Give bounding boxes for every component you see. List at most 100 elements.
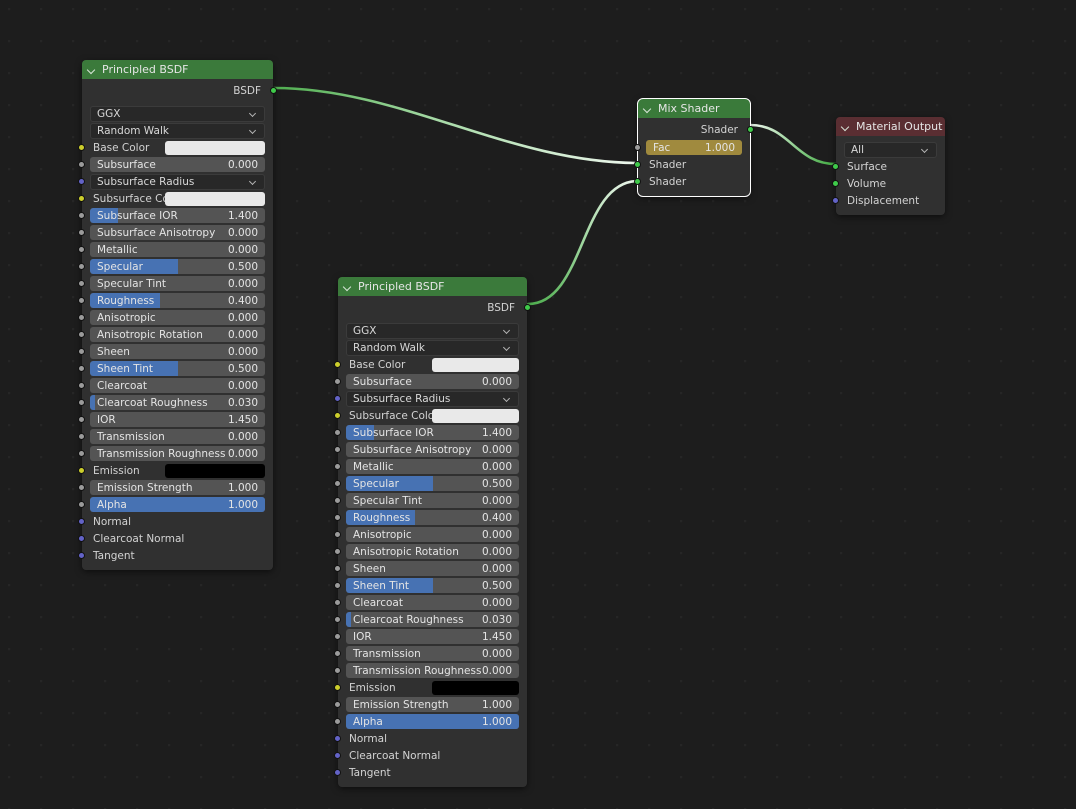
node-input-row[interactable]: Clearcoat Roughness 0.030 — [78, 394, 265, 411]
slider-subsurface-ior[interactable]: Subsurface IOR 1.400 — [90, 208, 265, 223]
slider-sheen[interactable]: Sheen 0.000 — [346, 561, 519, 576]
socket-ior-in[interactable] — [334, 633, 341, 640]
slider-transmission-roughness[interactable]: Transmission Roughness 0.000 — [90, 446, 265, 461]
slider-roughness[interactable]: Roughness 0.400 — [346, 510, 519, 525]
node-mix-shader[interactable]: Mix Shader Shader Fac 1.000 Shader Shader — [634, 98, 754, 197]
node-input-row[interactable]: Subsurface IOR 1.400 — [334, 424, 519, 441]
node-input-row[interactable]: Subsurface Radius — [334, 390, 519, 407]
node-input-row[interactable]: Subsurface Col… — [78, 190, 265, 207]
color-swatch-base-color[interactable] — [165, 140, 265, 155]
slider-ior[interactable]: IOR 1.450 — [90, 412, 265, 427]
socket-roughness-in[interactable] — [334, 514, 341, 521]
slider-specular[interactable]: Specular 0.500 — [90, 259, 265, 274]
slider-sheen-tint[interactable]: Sheen Tint 0.500 — [346, 578, 519, 593]
node-input-row[interactable]: Emission — [334, 679, 519, 696]
row-target[interactable]: All — [844, 141, 937, 158]
node-input-row[interactable]: IOR 1.450 — [334, 628, 519, 645]
socket-clearcoat-normal-in[interactable] — [334, 752, 341, 759]
node-input-row[interactable]: Transmission 0.000 — [334, 645, 519, 662]
socket-transmission-in[interactable] — [78, 433, 85, 440]
node-header[interactable]: Principled BSDF — [338, 277, 527, 296]
socket-sheen-tint-in[interactable] — [78, 365, 85, 372]
slider-transmission[interactable]: Transmission 0.000 — [346, 646, 519, 661]
node-input-row[interactable]: Alpha 1.000 — [78, 496, 265, 513]
color-swatch-subsurface-col-[interactable] — [165, 191, 265, 206]
node-principled-bsdf-1[interactable]: Principled BSDF BSDF GGX Random Walk Bas — [78, 60, 277, 570]
node-input-row[interactable]: Specular Tint 0.000 — [334, 492, 519, 509]
socket-surface-in[interactable] — [832, 163, 839, 170]
slider-anisotropic[interactable]: Anisotropic 0.000 — [346, 527, 519, 542]
socket-metallic-in[interactable] — [78, 246, 85, 253]
slider-emission-strength[interactable]: Emission Strength 1.000 — [90, 480, 265, 495]
node-input-row[interactable]: Base Color — [78, 139, 265, 156]
node-input-row[interactable]: Subsurface 0.000 — [334, 373, 519, 390]
socket-shader-in[interactable] — [634, 178, 641, 185]
node-input-row[interactable]: Anisotropic Rotation 0.000 — [78, 326, 265, 343]
socket-anisotropic-in[interactable] — [334, 531, 341, 538]
node-input-row[interactable]: Sheen Tint 0.500 — [78, 360, 265, 377]
socket-subsurface-ior-in[interactable] — [334, 429, 341, 436]
node-input-row[interactable]: Roughness 0.400 — [78, 292, 265, 309]
slider-sheen-tint[interactable]: Sheen Tint 0.500 — [90, 361, 265, 376]
node-input-row[interactable]: Emission — [78, 462, 265, 479]
socket-bsdf-out[interactable] — [270, 87, 277, 94]
slider-clearcoat-roughness[interactable]: Clearcoat Roughness 0.030 — [346, 612, 519, 627]
slider-alpha[interactable]: Alpha 1.000 — [346, 714, 519, 729]
node-input-row[interactable]: Displacement — [832, 192, 937, 209]
slider-emission-strength[interactable]: Emission Strength 1.000 — [346, 697, 519, 712]
node-input-row[interactable]: Emission Strength 1.000 — [78, 479, 265, 496]
node-input-row[interactable]: Fac 1.000 — [634, 139, 742, 156]
node-input-row[interactable]: Clearcoat 0.000 — [334, 594, 519, 611]
node-input-row[interactable]: Metallic 0.000 — [334, 458, 519, 475]
socket-subsurface-ior-in[interactable] — [78, 212, 85, 219]
node-principled-bsdf-2[interactable]: Principled BSDF BSDF GGX Random Walk Bas — [334, 277, 531, 787]
color-swatch-base-color[interactable] — [432, 357, 519, 372]
socket-roughness-in[interactable] — [78, 297, 85, 304]
subsurface-method-dropdown[interactable]: Random Walk — [346, 339, 519, 356]
socket-alpha-in[interactable] — [334, 718, 341, 725]
node-input-row[interactable]: Sheen 0.000 — [78, 343, 265, 360]
socket-emission-in[interactable] — [334, 684, 341, 691]
socket-anisotropic-in[interactable] — [78, 314, 85, 321]
slider-transmission-roughness[interactable]: Transmission Roughness 0.000 — [346, 663, 519, 678]
slider-specular-tint[interactable]: Specular Tint 0.000 — [90, 276, 265, 291]
node-input-row[interactable]: Anisotropic 0.000 — [334, 526, 519, 543]
socket-emission-in[interactable] — [78, 467, 85, 474]
slider-anisotropic-rotation[interactable]: Anisotropic Rotation 0.000 — [346, 544, 519, 559]
node-input-row[interactable]: Subsurface 0.000 — [78, 156, 265, 173]
socket-base-color-in[interactable] — [334, 361, 341, 368]
slider-ior[interactable]: IOR 1.450 — [346, 629, 519, 644]
socket-tangent-in[interactable] — [334, 769, 341, 776]
color-swatch-subsurface-colo[interactable] — [432, 408, 519, 423]
color-swatch-emission[interactable] — [432, 680, 519, 695]
node-input-row[interactable]: IOR 1.450 — [78, 411, 265, 428]
socket-anisotropic-rotation-in[interactable] — [334, 548, 341, 555]
node-input-row[interactable]: Subsurface Colo — [334, 407, 519, 424]
socket-subsurface-anisotropy-in[interactable] — [78, 229, 85, 236]
socket-specular-tint-in[interactable] — [334, 497, 341, 504]
chevron-down-icon[interactable] — [343, 282, 353, 292]
socket-specular-in[interactable] — [334, 480, 341, 487]
slider-subsurface[interactable]: Subsurface 0.000 — [346, 374, 519, 389]
socket-emission-strength-in[interactable] — [334, 701, 341, 708]
socket-displacement-in[interactable] — [832, 197, 839, 204]
node-input-row[interactable]: Tangent — [78, 547, 265, 564]
slider-sheen[interactable]: Sheen 0.000 — [90, 344, 265, 359]
render-target-dropdown[interactable]: All — [844, 141, 937, 158]
socket-shader-out[interactable] — [747, 126, 754, 133]
slider-specular-tint[interactable]: Specular Tint 0.000 — [346, 493, 519, 508]
socket-clearcoat-normal-in[interactable] — [78, 535, 85, 542]
slider-clearcoat-roughness[interactable]: Clearcoat Roughness 0.030 — [90, 395, 265, 410]
dropdown-subsurface-radius[interactable]: Subsurface Radius — [346, 390, 519, 407]
slider-transmission[interactable]: Transmission 0.000 — [90, 429, 265, 444]
node-material-output[interactable]: Material Output All Surface Volume Displac… — [832, 117, 945, 215]
socket-transmission-in[interactable] — [334, 650, 341, 657]
node-input-row[interactable]: Anisotropic 0.000 — [78, 309, 265, 326]
slider-metallic[interactable]: Metallic 0.000 — [90, 242, 265, 257]
socket-subsurface-colo-in[interactable] — [334, 412, 341, 419]
socket-clearcoat-roughness-in[interactable] — [78, 399, 85, 406]
socket-clearcoat-in[interactable] — [334, 599, 341, 606]
socket-volume-in[interactable] — [832, 180, 839, 187]
node-input-row[interactable]: Transmission 0.000 — [78, 428, 265, 445]
slider-roughness[interactable]: Roughness 0.400 — [90, 293, 265, 308]
